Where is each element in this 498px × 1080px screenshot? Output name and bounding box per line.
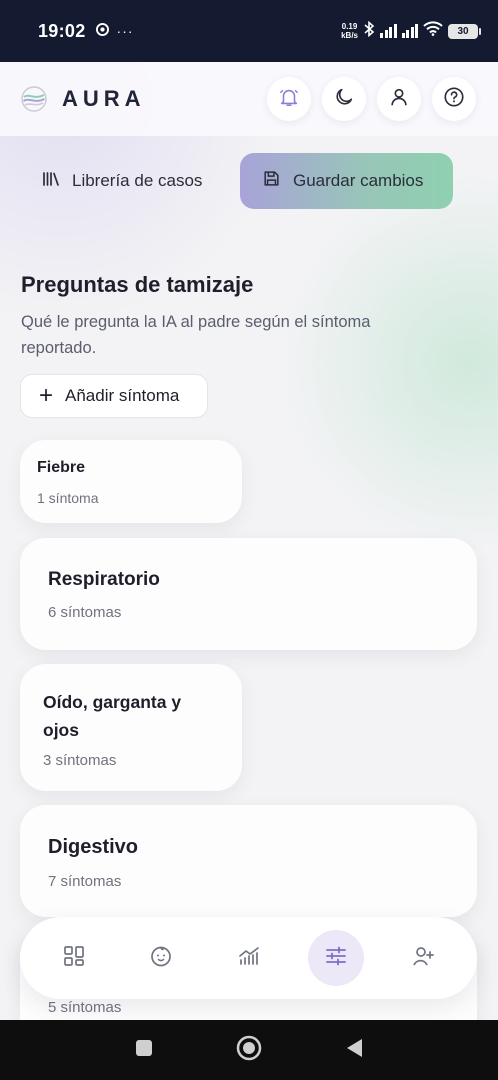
plus-icon: + <box>39 382 54 409</box>
net-speed: 0.19 kB/s <box>341 22 358 40</box>
category-count: 1 síntoma <box>37 490 99 506</box>
profile-button[interactable] <box>377 77 421 121</box>
analytics-icon <box>237 944 261 973</box>
dashboard-icon <box>62 944 86 973</box>
aura-logo-icon <box>20 85 48 113</box>
case-library-button[interactable]: Librería de casos <box>20 153 220 209</box>
status-time: 19:02 <box>38 20 86 41</box>
net-speed-unit: kB/s <box>341 31 358 40</box>
theme-toggle-button[interactable] <box>322 77 366 121</box>
save-changes-label: Guardar cambios <box>293 171 424 190</box>
case-library-label: Librería de casos <box>72 171 203 190</box>
system-navigation-bar <box>0 1020 498 1080</box>
category-card-fever[interactable]: Fiebre 1 síntoma <box>20 440 242 523</box>
section-description: Qué le pregunta la IA al padre según el … <box>21 313 371 357</box>
moon-icon <box>333 86 355 113</box>
add-user-icon <box>411 944 435 973</box>
battery-level: 30 <box>457 25 469 37</box>
category-title: Oído, garganta y ojos <box>43 692 182 740</box>
category-title: Digestivo <box>48 836 139 858</box>
back-button[interactable] <box>344 1037 364 1064</box>
library-icon <box>42 171 72 192</box>
recent-apps-button[interactable] <box>134 1038 154 1063</box>
nav-patients[interactable] <box>133 930 189 986</box>
app-screen: AURA Librería de casos Guardar cambios P… <box>0 62 498 1020</box>
nav-add-user[interactable] <box>395 930 451 986</box>
add-symptom-button[interactable]: + Añadir síntoma <box>20 374 208 418</box>
nav-analytics[interactable] <box>221 930 277 986</box>
category-title: Respiratorio <box>48 569 160 590</box>
category-card-respiratory[interactable]: Respiratorio 6 síntomas <box>20 538 477 650</box>
category-count: 7 síntomas <box>48 873 122 890</box>
bluetooth-icon <box>363 20 375 42</box>
add-symptom-label: Añadir síntoma <box>65 386 180 405</box>
category-title: Fiebre <box>37 459 86 476</box>
chrome-icon <box>95 23 109 39</box>
category-count: 6 síntomas <box>48 604 122 621</box>
nav-settings[interactable] <box>307 930 364 986</box>
wifi-icon <box>423 21 443 41</box>
help-button[interactable] <box>432 77 476 121</box>
user-icon <box>388 86 410 113</box>
category-card-ear-throat-eyes[interactable]: Oído, garganta y ojos 3 síntomas <box>20 664 242 791</box>
section-title: Preguntas de tamizaje <box>21 272 254 297</box>
bottom-navigation <box>20 917 477 999</box>
save-changes-button[interactable]: Guardar cambios <box>240 153 453 209</box>
toolbar: Librería de casos Guardar cambios <box>20 153 454 209</box>
save-icon <box>262 169 293 193</box>
status-bar: 19:02 ··· 0.19 kB/s 30 <box>0 0 498 62</box>
category-card-digestive[interactable]: Digestivo 7 síntomas <box>20 805 477 917</box>
bell-icon <box>278 86 300 113</box>
net-speed-value: 0.19 <box>341 22 358 31</box>
home-button[interactable] <box>236 1035 262 1066</box>
signal-icon <box>401 24 418 38</box>
more-dots-icon: ··· <box>116 23 134 39</box>
category-count: 3 síntomas <box>43 752 117 769</box>
category-count: 5 síntomas <box>48 999 122 1016</box>
nav-dashboard[interactable] <box>46 930 102 986</box>
signal-icon <box>380 24 397 38</box>
header-actions <box>267 77 476 121</box>
sliders-icon <box>324 944 348 973</box>
baby-icon <box>149 944 173 973</box>
brand-name: AURA <box>62 86 146 111</box>
battery-icon: 30 <box>448 23 481 39</box>
app-header: AURA <box>0 62 498 136</box>
help-icon <box>443 86 465 113</box>
notifications-button[interactable] <box>267 77 311 121</box>
